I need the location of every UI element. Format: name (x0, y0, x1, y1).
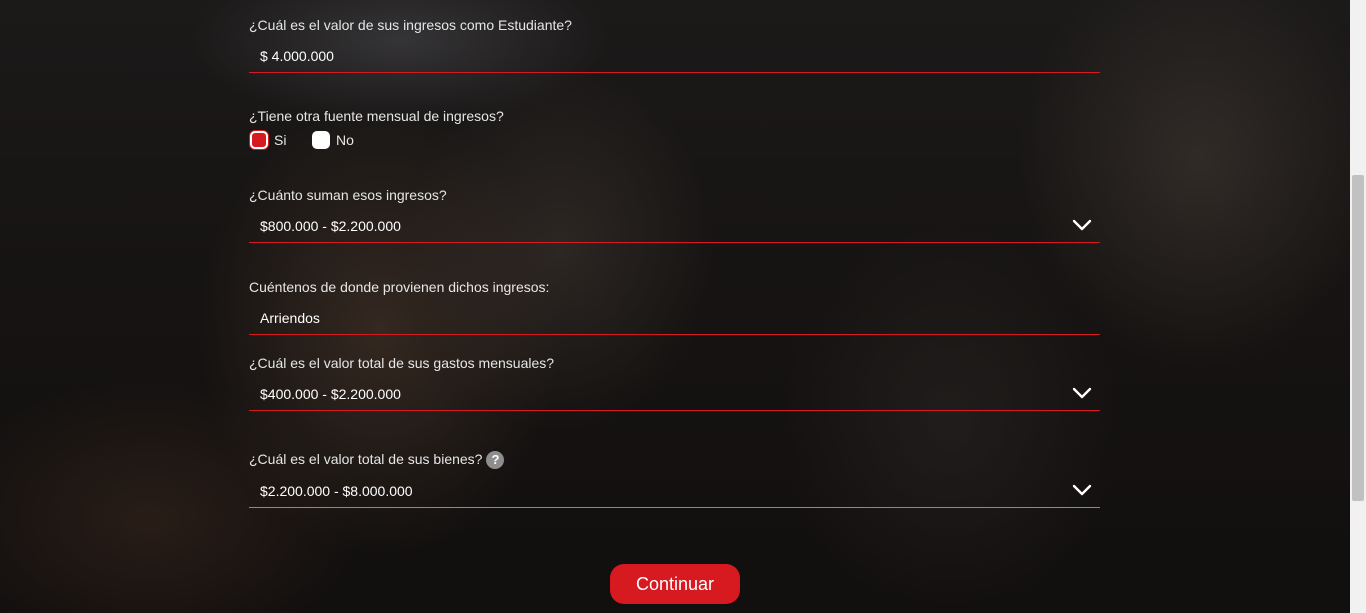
option-label-no: No (336, 132, 354, 148)
question-circle-icon[interactable]: ? (486, 451, 505, 470)
option-label-si: Si (274, 132, 287, 148)
assets-value: $2.200.000 - $8.000.000 (260, 483, 413, 499)
income-source-value: Arriendos (260, 310, 320, 326)
income-source-label: Cuéntenos de donde provienen dichos ingr… (249, 279, 550, 295)
other-income-amount-value: $800.000 - $2.200.000 (260, 218, 401, 234)
checkbox-checked-icon[interactable] (250, 131, 268, 149)
monthly-expenses-label: ¿Cuál es el valor total de sus gastos me… (249, 355, 555, 371)
student-income-value: $ 4.000.000 (260, 48, 334, 64)
income-source-input[interactable]: Arriendos (249, 304, 1100, 335)
other-income-amount-label: ¿Cuánto suman esos ingresos? (249, 187, 447, 203)
continue-button[interactable]: Continuar (610, 564, 740, 604)
chevron-down-icon (1072, 387, 1092, 399)
chevron-down-icon (1072, 219, 1092, 231)
other-income-amount-select[interactable]: $800.000 - $2.200.000 (249, 212, 1100, 243)
assets-label-text: ¿Cuál es el valor total de sus bienes? (249, 451, 483, 467)
other-income-label: ¿Tiene otra fuente mensual de ingresos? (249, 108, 504, 124)
monthly-expenses-select[interactable]: $400.000 - $2.200.000 (249, 380, 1100, 411)
scrollbar-thumb[interactable] (1352, 175, 1364, 501)
student-income-input[interactable]: $ 4.000.000 (249, 42, 1100, 73)
chevron-down-icon (1072, 484, 1092, 496)
checkbox-unchecked-icon[interactable] (312, 131, 330, 149)
page-scrollbar[interactable] (1350, 0, 1366, 613)
assets-label: ¿Cuál es el valor total de sus bienes?? (249, 451, 505, 470)
other-income-option-no[interactable]: No (312, 131, 354, 149)
assets-select[interactable]: $2.200.000 - $8.000.000 (249, 477, 1100, 508)
student-income-label: ¿Cuál es el valor de sus ingresos como E… (249, 17, 572, 33)
monthly-expenses-value: $400.000 - $2.200.000 (260, 386, 401, 402)
other-income-option-si[interactable]: Si (250, 131, 286, 149)
